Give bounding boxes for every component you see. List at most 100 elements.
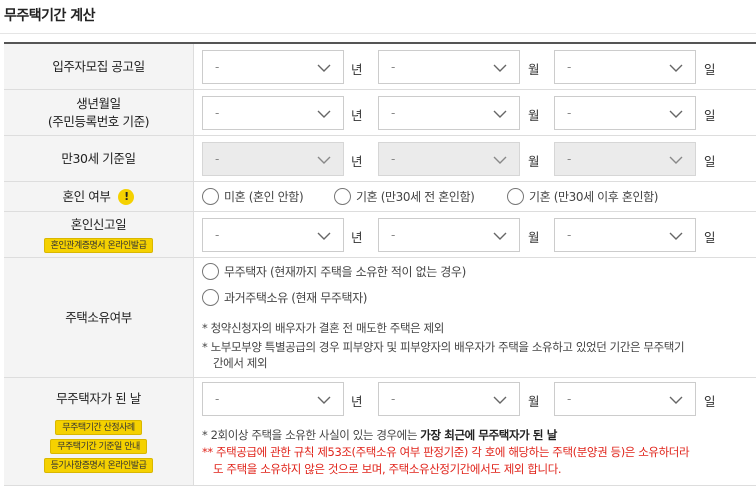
homeless-note-1: * 2회이상 주택을 소유한 사실이 있는 경우에는 가장 최근에 무주택자가 … [202, 427, 557, 443]
age30-date-label: 만30세 기준일 [4, 136, 194, 181]
radio-married-after-30[interactable]: 기혼 (만30세 이후 혼인함) [507, 188, 658, 205]
homeless-guide-button[interactable]: 무주택기간 기준일 안내 [50, 439, 147, 454]
row-homeless-date: 무주택자가 된 날 무주택기간 산정사례 무주택기간 기준일 안내 등기사항증명… [4, 378, 756, 486]
year-unit: 년 [351, 394, 363, 409]
row-notice-date: 입주자모집 공고일 - 년 - 월 - 일 [4, 44, 756, 90]
day-unit: 일 [704, 394, 716, 409]
chevron-down-icon [669, 64, 683, 72]
radio-circle-icon [334, 188, 351, 205]
row-home-ownership: 주택소유여부 무주택자 (현재까지 주택을 소유한 적이 없는 경우) 과거주택… [4, 258, 756, 378]
chevron-down-icon [317, 232, 331, 240]
homeless-note-3: 도 주택을 소유하지 않은 것으로 보며, 주택소유산정기간에서도 제외 합니다… [213, 462, 562, 476]
radio-single[interactable]: 미혼 (혼인 안함) [202, 188, 304, 205]
select-value: - [567, 60, 572, 74]
marriage-date-label: 혼인신고일 혼인관계증명서 온라인발급 [4, 212, 194, 257]
row-marriage-date: 혼인신고일 혼인관계증명서 온라인발급 - 년 - 월 - 일 [4, 212, 756, 258]
age30-date-inputs: - 년 - 월 - 일 [194, 136, 756, 181]
radio-label: 미혼 (혼인 안함) [224, 190, 304, 204]
row-birth-date: 생년월일 (주민등록번호 기준) - 년 - 월 - 일 [4, 90, 756, 136]
chevron-down-icon [493, 156, 507, 164]
month-unit: 월 [528, 154, 540, 169]
marriage-cert-button[interactable]: 혼인관계증명서 온라인발급 [43, 238, 154, 253]
birth-month-select[interactable]: - [378, 96, 520, 130]
select-value: - [215, 228, 220, 242]
month-unit: 월 [528, 62, 540, 77]
birth-date-title: 생년월일 [76, 95, 121, 111]
warning-icon[interactable]: ! [118, 188, 135, 205]
chevron-down-icon [317, 396, 331, 404]
birth-day-select[interactable]: - [554, 96, 696, 130]
select-value: - [391, 106, 396, 120]
marital-label: 혼인 여부 ! [4, 182, 194, 211]
radio-circle-icon [202, 188, 219, 205]
age30-day-select: - [554, 142, 696, 176]
homeless-year-select[interactable]: - [202, 382, 344, 416]
select-value: - [215, 392, 220, 406]
select-value: - [215, 106, 220, 120]
chevron-down-icon [493, 396, 507, 404]
radio-label: 무주택자 (현재까지 주택을 소유한 적이 없는 경우) [224, 265, 466, 279]
chevron-down-icon [669, 110, 683, 118]
homeless-note-1-prefix: * 2회이상 주택을 소유한 사실이 있는 경우에는 [202, 428, 421, 442]
birth-date-label: 생년월일 (주민등록번호 기준) [4, 90, 194, 135]
marriage-month-select[interactable]: - [378, 218, 520, 252]
radio-label: 기혼 (만30세 이후 혼인함) [529, 190, 659, 204]
select-value: - [215, 60, 220, 74]
marriage-day-select[interactable]: - [554, 218, 696, 252]
home-ownership-label: 주택소유여부 [4, 258, 194, 377]
marriage-year-select[interactable]: - [202, 218, 344, 252]
homeless-month-select[interactable]: - [378, 382, 520, 416]
birth-date-inputs: - 년 - 월 - 일 [194, 90, 756, 135]
select-value: - [391, 152, 396, 166]
radio-previously-owned[interactable]: 과거주택소유 (현재 무주택자) [202, 289, 367, 306]
radio-never-owned[interactable]: 무주택자 (현재까지 주택을 소유한 적이 없는 경우) [202, 263, 466, 280]
year-unit: 년 [351, 108, 363, 123]
radio-label: 과거주택소유 (현재 무주택자) [224, 291, 368, 305]
title-divider [0, 33, 756, 34]
month-unit: 월 [528, 108, 540, 123]
select-value: - [391, 228, 396, 242]
marital-title: 혼인 여부 [62, 188, 111, 204]
chevron-down-icon [493, 110, 507, 118]
chevron-down-icon [669, 232, 683, 240]
year-unit: 년 [351, 154, 363, 169]
year-unit: 년 [351, 62, 363, 77]
homeless-date-label: 무주택자가 된 날 무주택기간 산정사례 무주택기간 기준일 안내 등기사항증명… [4, 378, 194, 485]
radio-circle-icon [202, 263, 219, 280]
ownership-note-1: * 청약신청자의 배우자가 결혼 전 매도한 주택은 제외 [202, 321, 444, 335]
marriage-date-inputs: - 년 - 월 - 일 [194, 212, 756, 257]
select-value: - [567, 152, 572, 166]
row-marital-status: 혼인 여부 ! 미혼 (혼인 안함) 기혼 (만30세 전 혼인함) 기혼 (만… [4, 182, 756, 212]
ownership-note-2: * 노부모부양 특별공급의 경우 피부양자 및 피부양자의 배우자가 주택을 소… [202, 340, 685, 354]
chevron-down-icon [317, 156, 331, 164]
notice-year-select[interactable]: - [202, 50, 344, 84]
select-value: - [567, 392, 572, 406]
birth-year-select[interactable]: - [202, 96, 344, 130]
homeless-case-button[interactable]: 무주택기간 산정사례 [55, 420, 142, 435]
radio-married-before-30[interactable]: 기혼 (만30세 전 혼인함) [334, 188, 475, 205]
notice-month-select[interactable]: - [378, 50, 520, 84]
radio-label: 기혼 (만30세 전 혼인함) [356, 190, 475, 204]
day-unit: 일 [704, 154, 716, 169]
notice-day-select[interactable]: - [554, 50, 696, 84]
day-unit: 일 [704, 62, 716, 77]
birth-date-sublabel: (주민등록번호 기준) [47, 113, 150, 129]
chevron-down-icon [317, 64, 331, 72]
homeless-note-1-emphasis: 가장 최근에 무주택자가 된 날 [420, 428, 557, 442]
homeless-day-select[interactable]: - [554, 382, 696, 416]
chevron-down-icon [669, 156, 683, 164]
notice-date-label: 입주자모집 공고일 [4, 44, 194, 89]
select-value: - [391, 60, 396, 74]
select-value: - [391, 392, 396, 406]
registry-cert-button[interactable]: 등기사항증명서 온라인발급 [43, 458, 154, 473]
row-age30-date: 만30세 기준일 - 년 - 월 - 일 [4, 136, 756, 182]
select-value: - [567, 106, 572, 120]
notice-date-inputs: - 년 - 월 - 일 [194, 44, 756, 89]
day-unit: 일 [704, 230, 716, 245]
homeless-note-2: ** 주택공급에 관한 규칙 제53조(주택소유 여부 판정기준) 각 호에 해… [202, 445, 690, 459]
chevron-down-icon [493, 232, 507, 240]
page-title: 무주택기간 계산 [4, 8, 96, 24]
day-unit: 일 [704, 108, 716, 123]
radio-circle-icon [202, 289, 219, 306]
ownership-note-3: 간에서 제외 [213, 356, 268, 370]
